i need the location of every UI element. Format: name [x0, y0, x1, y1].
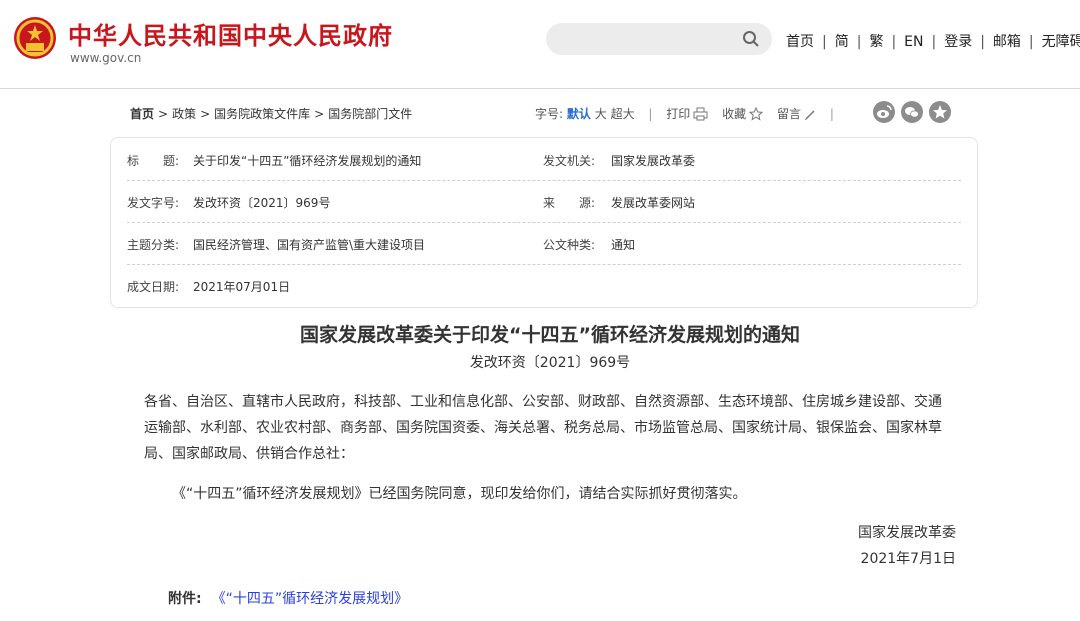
- printer-icon: [693, 107, 708, 121]
- nav-separator: |: [980, 34, 985, 50]
- meta-docno-value: 发改环资〔2021〕969号: [193, 196, 331, 210]
- article-body: 《“十四五”循环经济发展规划》已经国务院同意，现印发给你们，请结合实际抓好贯彻落…: [172, 486, 747, 502]
- breadcrumb-arrow: >: [314, 107, 325, 121]
- meta-issuer-value: 国家发展改革委: [611, 154, 696, 168]
- meta-row: 标 题: 关于印发“十四五”循环经济发展规划的通知 发文机关: 国家发展改革委: [127, 138, 961, 181]
- breadcrumb-home[interactable]: 首页: [130, 107, 154, 121]
- comment-button[interactable]: 留言: [777, 107, 816, 121]
- meta-type-value: 通知: [611, 238, 636, 252]
- article-recipients: 各省、自治区、直辖市人民政府，科技部、工业和信息化部、公安部、财政部、自然资源部…: [144, 394, 942, 462]
- meta-title-value: 关于印发“十四五”循环经济发展规划的通知: [193, 154, 422, 168]
- meta-issuer-label: 发文机关:: [543, 154, 596, 168]
- breadcrumb: 首页 > 政策 > 国务院政策文件库 > 国务院部门文件: [130, 105, 412, 122]
- breadcrumb-library[interactable]: 国务院政策文件库: [214, 107, 310, 121]
- font-large-button[interactable]: 大: [595, 107, 607, 121]
- attachment-label: 附件:: [168, 591, 202, 607]
- top-nav: 首页 | 简 | 繁 | EN | 登录 | 邮箱 | 无障碍: [786, 31, 1080, 51]
- tool-separator: |: [829, 107, 834, 121]
- article-signer: 国家发展改革委: [858, 525, 956, 541]
- national-emblem-icon[interactable]: [13, 16, 57, 62]
- print-label: 打印: [666, 107, 691, 121]
- attachment: 附件: 《“十四五”循环经济发展规划》: [168, 588, 408, 608]
- font-xlarge-button[interactable]: 超大: [611, 107, 635, 121]
- pencil-icon: [805, 110, 815, 121]
- document-meta-box: 标 题: 关于印发“十四五”循环经济发展规划的通知 发文机关: 国家发展改革委 …: [110, 137, 978, 308]
- print-button[interactable]: 打印: [666, 107, 708, 121]
- nav-english[interactable]: EN: [904, 34, 923, 50]
- font-size-label: 字号:: [535, 107, 564, 121]
- article-tools: 字号: 默认 大 超大 | 打印 收藏 留言 |: [535, 105, 844, 122]
- nav-separator: |: [1028, 34, 1034, 50]
- breadcrumb-department-docs[interactable]: 国务院部门文件: [328, 107, 412, 121]
- meta-row: 发文字号: 发改环资〔2021〕969号 来 源: 发展改革委网站: [127, 180, 961, 223]
- nav-simplified[interactable]: 简: [835, 34, 849, 50]
- site-title[interactable]: 中华人民共和国中央人民政府: [68, 16, 393, 51]
- article-date: 2021年7月1日: [860, 551, 956, 567]
- meta-docno-label: 发文字号:: [127, 196, 180, 210]
- star-icon: [749, 107, 764, 121]
- search-icon[interactable]: [742, 30, 760, 48]
- search-input[interactable]: [546, 23, 772, 55]
- meta-date-value: 2021年07月01日: [193, 280, 291, 294]
- meta-row: 主题分类: 国民经济管理、国有资产监管\重大建设项目 公文种类: 通知: [127, 222, 961, 265]
- meta-category-value: 国民经济管理、国有资产监管\重大建设项目: [193, 238, 426, 252]
- comment-label: 留言: [776, 107, 801, 121]
- attachment-link[interactable]: 《“十四五”循环经济发展规划》: [212, 591, 409, 607]
- site-url[interactable]: www.gov.cn: [70, 51, 141, 65]
- nav-accessibility[interactable]: 无障碍: [1042, 34, 1080, 50]
- nav-separator: |: [891, 34, 897, 50]
- wechat-icon[interactable]: [901, 101, 923, 123]
- breadcrumb-arrow: >: [200, 107, 211, 121]
- weibo-icon[interactable]: [873, 101, 895, 123]
- site-header: 中华人民共和国中央人民政府 www.gov.cn 首页 | 简 | 繁 | EN | 登录 | 邮箱…: [0, 0, 1080, 89]
- favorite-star-icon[interactable]: [929, 101, 951, 123]
- nav-separator: |: [931, 34, 937, 50]
- meta-date-label: 成文日期:: [127, 280, 180, 294]
- meta-source-label: 来 源:: [543, 196, 596, 210]
- article-docno: 发改环资〔2021〕969号: [469, 355, 631, 371]
- meta-category-label: 主题分类:: [127, 238, 180, 252]
- meta-row: 成文日期: 2021年07月01日: [127, 264, 961, 306]
- nav-traditional[interactable]: 繁: [869, 34, 883, 50]
- nav-home[interactable]: 首页: [786, 34, 814, 50]
- nav-login[interactable]: 登录: [944, 34, 972, 50]
- meta-title-label: 标 题:: [127, 154, 180, 168]
- nav-separator: |: [822, 34, 827, 50]
- meta-type-label: 公文种类:: [543, 238, 596, 252]
- tool-separator: |: [648, 107, 653, 121]
- meta-source-value: 发展改革委网站: [611, 196, 696, 210]
- favorite-label: 收藏: [722, 107, 747, 121]
- breadcrumb-policy[interactable]: 政策: [172, 107, 196, 121]
- share-buttons: [873, 101, 957, 127]
- font-default-button[interactable]: 默认: [567, 107, 591, 121]
- favorite-button[interactable]: 收藏: [722, 107, 764, 121]
- article-title: 国家发展改革委关于印发“十四五”循环经济发展规划的通知: [300, 324, 800, 346]
- nav-separator: |: [856, 34, 862, 50]
- breadcrumb-arrow: >: [158, 107, 169, 121]
- nav-mail[interactable]: 邮箱: [993, 34, 1021, 50]
